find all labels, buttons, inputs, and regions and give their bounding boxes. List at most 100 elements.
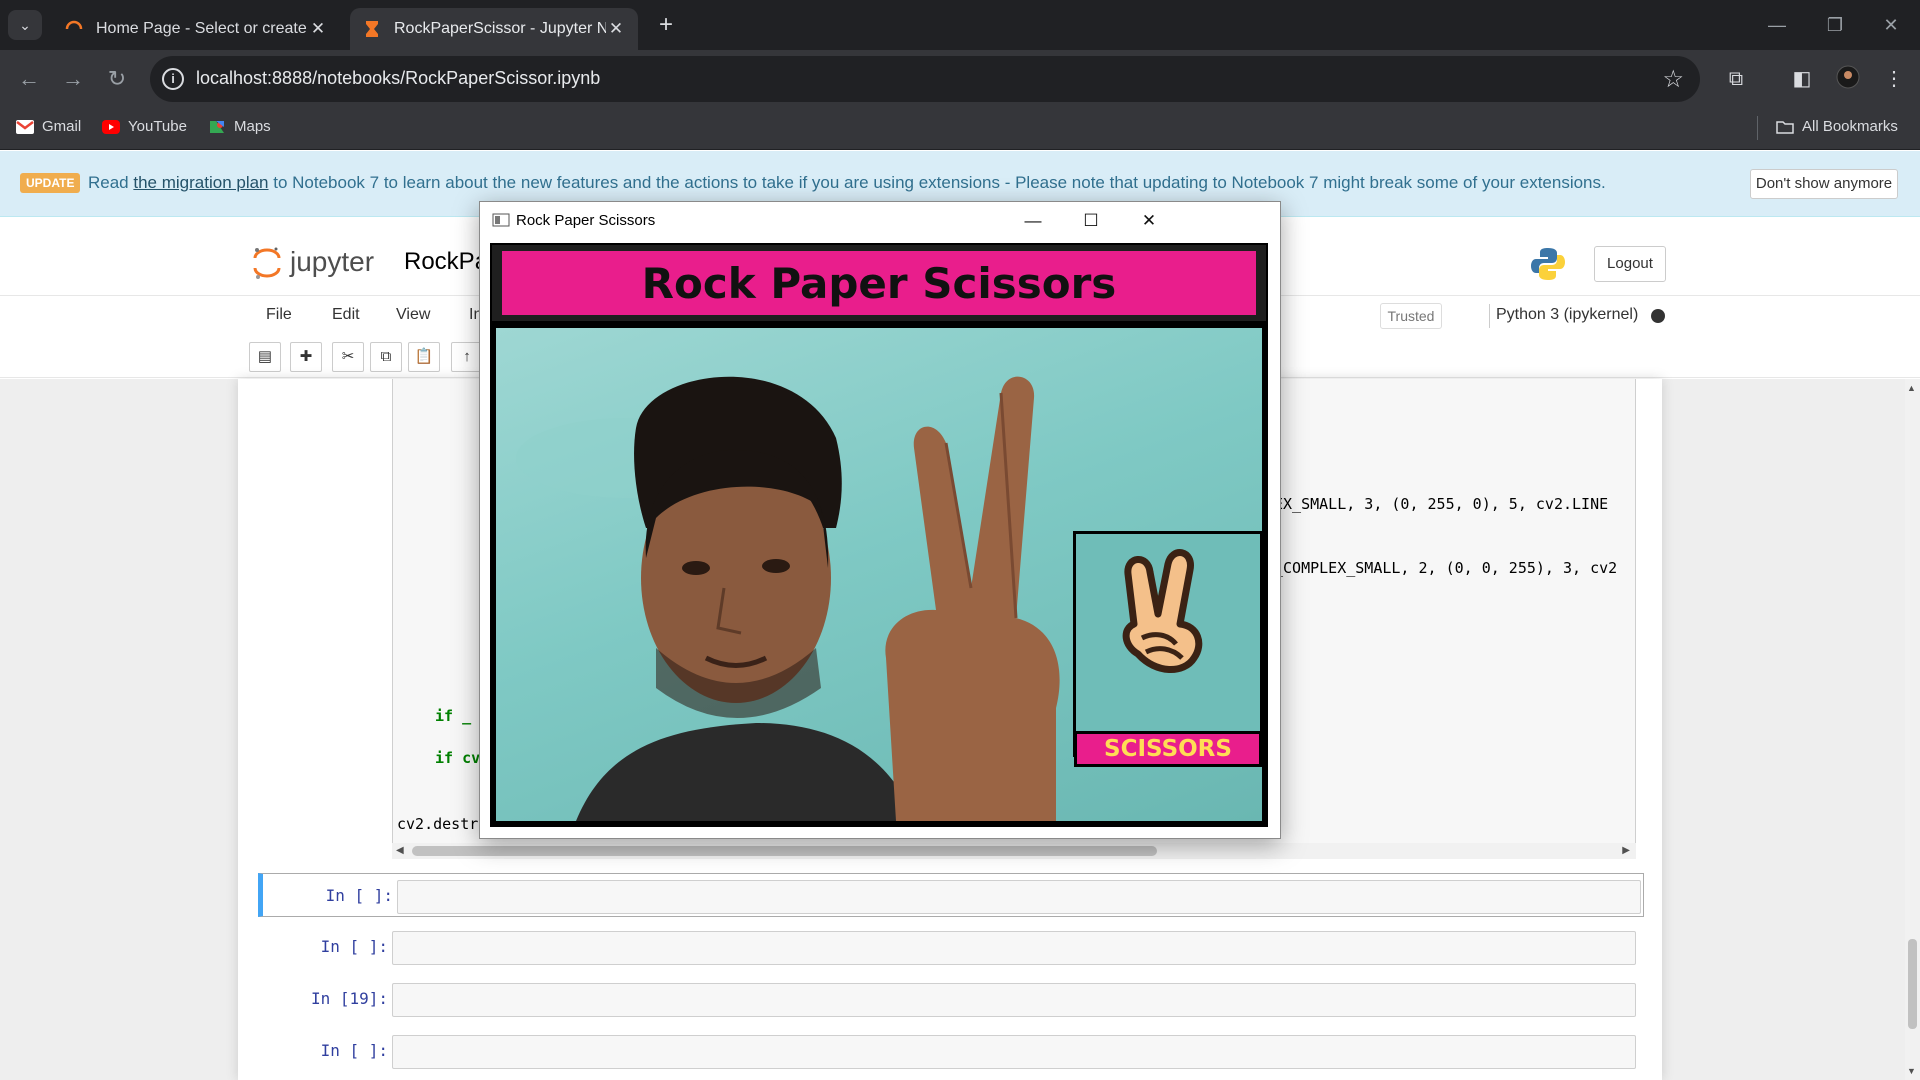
save-icon[interactable]: ▤ (249, 342, 281, 372)
folder-icon (1776, 120, 1794, 134)
bookmarks-bar: Gmail YouTube Maps All Bookmarks (0, 108, 1920, 150)
cell-input[interactable] (392, 931, 1636, 965)
update-badge: UPDATE (20, 173, 81, 193)
browser-tab-bar: ⌄ Home Page - Select or create a ✕ RockP… (0, 0, 1920, 50)
insert-cell-icon[interactable]: ✚ (290, 342, 322, 372)
notebook-name[interactable]: RockPa (404, 248, 488, 276)
minimize-window-icon[interactable]: — (1752, 10, 1802, 40)
code-line: _COMPLEX_SMALL, 2, (0, 0, 255), 3, cv2 (1274, 559, 1618, 577)
popup-maximize-icon[interactable]: ☐ (1068, 206, 1114, 236)
bookmark-label: YouTube (128, 118, 187, 135)
side-panel-icon[interactable]: ◧ (1788, 65, 1816, 93)
game-header: Rock Paper Scissors (492, 245, 1266, 321)
window-app-icon (492, 213, 510, 227)
banner-text-before: Read (88, 173, 134, 192)
cell-input[interactable] (392, 983, 1636, 1017)
cell-prompt: In [19]: (310, 989, 388, 1008)
kernel-busy-indicator (1651, 309, 1665, 323)
profile-avatar[interactable] (1834, 65, 1862, 93)
computer-move-box (1073, 531, 1263, 757)
code-cell[interactable]: In [ ]: (258, 1029, 1644, 1073)
banner-text-after: to Notebook 7 to learn about the new fea… (268, 173, 1606, 192)
scroll-down-icon[interactable]: ▼ (1907, 1066, 1916, 1076)
code-line: if cv (435, 749, 481, 767)
scroll-up-icon[interactable]: ▲ (1907, 383, 1916, 393)
reload-button[interactable]: ↻ (102, 64, 132, 94)
extensions-icon[interactable]: ⧉ (1722, 65, 1750, 93)
scroll-left-icon[interactable]: ◀ (396, 843, 404, 859)
logout-button[interactable]: Logout (1594, 246, 1666, 282)
scroll-right-icon[interactable]: ▶ (1622, 843, 1630, 859)
bookmarks-divider (1757, 116, 1758, 140)
game-frame: Rock Paper Scissors SCISSORS (490, 243, 1268, 827)
jupyter-logo-text: jupyter (290, 246, 375, 277)
cut-icon[interactable]: ✂ (332, 342, 364, 372)
address-bar[interactable]: i localhost:8888/notebooks/RockPaperScis… (150, 56, 1700, 102)
tab-home-page[interactable]: Home Page - Select or create a ✕ (52, 8, 340, 50)
code-cell[interactable]: In [ ]: (258, 873, 1644, 917)
new-tab-button[interactable]: + (652, 12, 680, 40)
back-button[interactable]: ← (14, 64, 44, 94)
code-cell[interactable]: In [19]: (258, 977, 1644, 1021)
all-bookmarks-button[interactable]: All Bookmarks (1776, 118, 1898, 135)
cell-input[interactable] (392, 1035, 1636, 1069)
horizontal-scroll-thumb[interactable] (412, 846, 1157, 856)
code-cell[interactable]: In [ ]: (258, 925, 1644, 969)
horizontal-scrollbar[interactable]: ◀ ▶ (392, 843, 1636, 859)
tab-title: RockPaperScissor - Jupyter Not (394, 20, 606, 37)
migration-plan-link[interactable]: the migration plan (133, 173, 268, 192)
jupyter-logo-icon (253, 247, 281, 279)
bookmark-star-icon[interactable]: ☆ (1662, 65, 1684, 94)
python-logo-icon (1531, 248, 1565, 280)
dont-show-anymore-button[interactable]: Don't show anymore (1750, 169, 1898, 199)
kernel-divider (1489, 304, 1490, 328)
cell-prompt: In [ ]: (325, 886, 393, 905)
menu-view[interactable]: View (396, 306, 430, 324)
bookmark-gmail[interactable]: Gmail (16, 118, 81, 135)
popup-close-icon[interactable]: ✕ (1126, 206, 1172, 236)
all-bookmarks-label: All Bookmarks (1802, 118, 1898, 135)
restore-window-icon[interactable]: ❐ (1810, 10, 1860, 40)
close-tab-icon[interactable]: ✕ (606, 19, 626, 39)
bookmark-maps[interactable]: Maps (208, 118, 271, 135)
youtube-icon (102, 119, 120, 134)
browser-toolbar: ← → ↻ i localhost:8888/notebooks/RockPap… (0, 50, 1920, 108)
game-title: Rock Paper Scissors (502, 251, 1256, 315)
popup-minimize-icon[interactable]: — (1010, 206, 1056, 236)
gmail-icon (16, 119, 34, 134)
banner-message: Read the migration plan to Notebook 7 to… (88, 173, 1606, 193)
cell-prompt: In [ ]: (320, 937, 388, 956)
close-tab-icon[interactable]: ✕ (308, 19, 328, 39)
bookmark-youtube[interactable]: YouTube (102, 118, 187, 135)
paste-icon[interactable]: 📋 (408, 342, 440, 372)
browser-menu-icon[interactable]: ⋮ (1880, 65, 1908, 93)
rock-paper-scissors-window[interactable]: Rock Paper Scissors — ☐ ✕ Rock Paper Sci… (479, 201, 1281, 839)
menu-edit[interactable]: Edit (332, 306, 360, 324)
popup-titlebar[interactable]: Rock Paper Scissors — ☐ ✕ (480, 202, 1280, 240)
kernel-name[interactable]: Python 3 (ipykernel) (1496, 306, 1638, 324)
cell-input[interactable] (397, 880, 1641, 914)
tab-rockpaperscissor[interactable]: RockPaperScissor - Jupyter Not ✕ (350, 8, 638, 50)
url-text: localhost:8888/notebooks/RockPaperScisso… (196, 68, 601, 88)
code-line: cv2.destr (397, 815, 479, 833)
tab-search-button[interactable]: ⌄ (8, 10, 42, 40)
copy-icon[interactable]: ⧉ (370, 342, 402, 372)
site-info-icon[interactable]: i (162, 68, 184, 90)
vertical-scroll-thumb[interactable] (1908, 939, 1917, 1029)
bookmark-label: Gmail (42, 118, 82, 135)
cell-prompt: In [ ]: (320, 1041, 388, 1060)
code-line: if _ (435, 707, 472, 725)
tab-title: Home Page - Select or create a (96, 20, 308, 37)
bookmark-label: Maps (234, 118, 271, 135)
forward-button[interactable]: → (58, 64, 88, 94)
hourglass-icon (366, 21, 378, 37)
close-window-icon[interactable]: ✕ (1866, 10, 1916, 40)
maps-icon (210, 120, 224, 133)
page-vertical-scrollbar[interactable]: ▲ ▼ (1905, 379, 1920, 1080)
jupyter-spinner-icon (65, 20, 83, 30)
popup-title: Rock Paper Scissors (516, 212, 656, 229)
trusted-indicator[interactable]: Trusted (1380, 303, 1442, 329)
peace-hand-icon (1122, 549, 1203, 673)
computer-move-label: SCISSORS (1074, 731, 1262, 767)
menu-file[interactable]: File (266, 306, 292, 324)
